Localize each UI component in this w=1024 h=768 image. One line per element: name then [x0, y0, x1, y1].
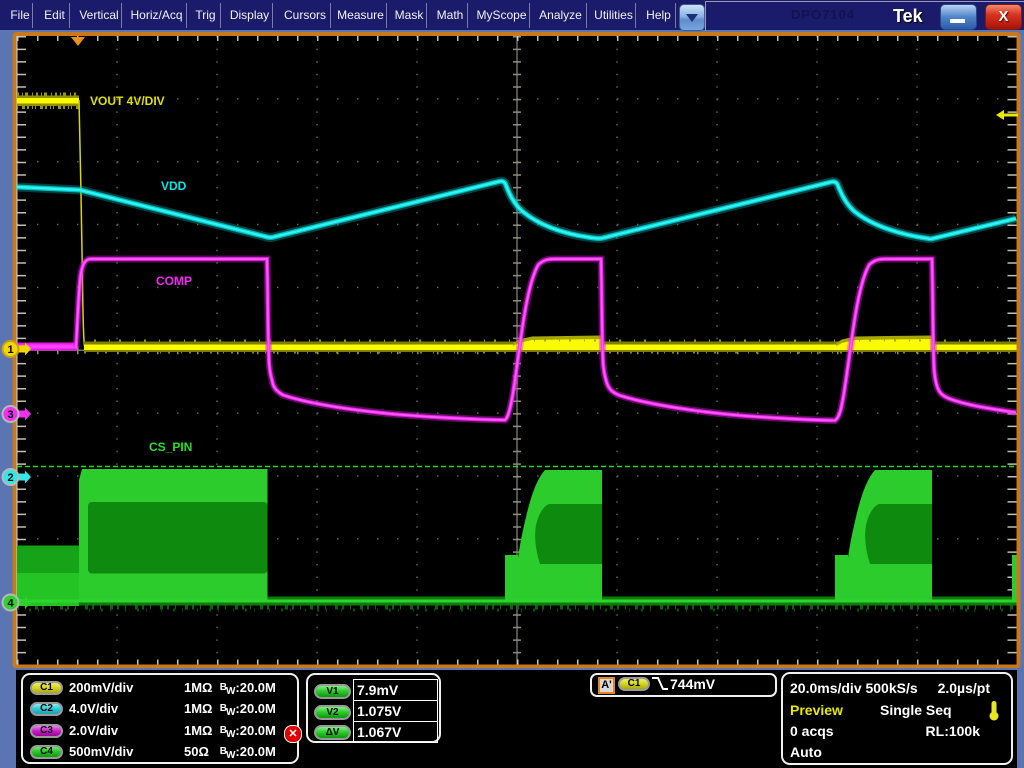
svg-text:3: 3 — [7, 409, 13, 421]
svg-text:VDD: VDD — [161, 179, 187, 193]
svg-text:VOUT 4V/DIV: VOUT 4V/DIV — [90, 94, 165, 108]
svg-text:CS_PIN: CS_PIN — [149, 440, 192, 454]
svg-text:COMP: COMP — [156, 274, 192, 288]
svg-text:4: 4 — [7, 598, 14, 610]
svg-text:2: 2 — [7, 472, 13, 484]
svg-text:1: 1 — [7, 344, 13, 356]
